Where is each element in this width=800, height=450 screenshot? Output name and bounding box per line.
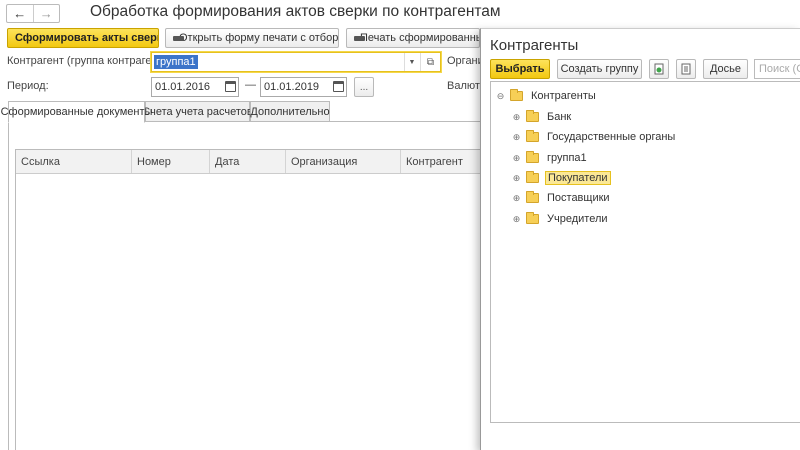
column-header-organization[interactable]: Организация xyxy=(286,150,401,173)
expand-icon[interactable]: ⊕ xyxy=(512,214,521,224)
table-header: Ссылка Номер Дата Организация Контрагент xyxy=(16,150,481,174)
counterparties-tree: ⊖ Контрагенты ⊕ Банк ⊕ Государственные о… xyxy=(490,81,800,423)
column-header-counterparty[interactable]: Контрагент xyxy=(401,150,481,173)
period-from-field[interactable]: 01.01.2016 xyxy=(151,77,239,97)
select-button[interactable]: Выбрать xyxy=(490,59,550,79)
tree-item-buyers[interactable]: ⊕ Покупатели xyxy=(512,169,611,187)
period-from-value: 01.01.2016 xyxy=(155,81,211,93)
column-header-link[interactable]: Ссылка xyxy=(16,150,132,173)
expand-icon[interactable]: ⊕ xyxy=(512,193,521,203)
tab-additional[interactable]: Дополнительно xyxy=(250,101,330,122)
documents-table[interactable]: Ссылка Номер Дата Организация Контрагент xyxy=(15,149,481,450)
tree-item-government[interactable]: ⊕ Государственные органы xyxy=(512,128,677,146)
page-title: Обработка формирования актов сверки по к… xyxy=(90,3,501,20)
tree-root-label: Контрагенты xyxy=(531,90,596,102)
expand-icon[interactable]: ⊕ xyxy=(512,153,521,163)
list-view-button[interactable] xyxy=(676,59,696,79)
tree-item-group1[interactable]: ⊕ группа1 xyxy=(512,149,589,167)
tab-generated-documents[interactable]: Сформированные документы xyxy=(1,101,152,123)
create-group-label: Создать группу xyxy=(560,63,639,75)
document-list-icon xyxy=(681,63,691,75)
folder-icon xyxy=(526,151,539,163)
tree-item-label: Покупатели xyxy=(545,171,611,185)
folder-icon xyxy=(510,89,523,101)
tree-root[interactable]: ⊖ Контрагенты xyxy=(496,87,598,105)
tree-item-label: Банк xyxy=(547,111,572,123)
counterparty-field[interactable]: группа1 ▼ ⧉ xyxy=(151,52,441,72)
period-select-button[interactable]: ... xyxy=(354,77,374,97)
collapse-icon[interactable]: ⊖ xyxy=(496,91,505,101)
tree-item-label: Государственные органы xyxy=(547,131,676,143)
select-label: Выбрать xyxy=(495,63,545,75)
tree-item-label: группа1 xyxy=(547,152,587,164)
dropdown-icon[interactable]: ▼ xyxy=(404,53,419,71)
calendar-icon[interactable] xyxy=(225,81,236,92)
print-generated-button[interactable]: Печать сформированных д xyxy=(346,28,480,48)
expand-icon[interactable]: ⊕ xyxy=(512,112,521,122)
counterparties-dialog: Контрагенты Выбрать Создать группу Досье… xyxy=(480,28,800,450)
counterparty-value: группа1 xyxy=(154,55,198,69)
search-input[interactable]: Поиск (Ctrl xyxy=(754,59,800,79)
dossier-button[interactable]: Досье xyxy=(703,59,748,79)
forward-button[interactable]: → xyxy=(32,5,60,22)
arrow-right-icon: → xyxy=(39,6,53,21)
print-generated-label: Печать сформированных д xyxy=(360,32,479,44)
folder-icon xyxy=(526,110,539,122)
arrow-left-icon: ← xyxy=(13,6,27,21)
folder-icon xyxy=(526,212,539,224)
dialog-title: Контрагенты xyxy=(490,37,579,54)
tree-item-label: Поставщики xyxy=(547,192,610,204)
tab-accounting-accounts[interactable]: Счета учета расчетов xyxy=(142,101,253,122)
tree-item-founders[interactable]: ⊕ Учредители xyxy=(512,210,610,228)
expand-icon[interactable]: ⊕ xyxy=(512,173,521,183)
column-header-number[interactable]: Номер xyxy=(132,150,210,173)
open-print-form-label: Открыть форму печати с отборами xyxy=(179,32,339,44)
tree-item-suppliers[interactable]: ⊕ Поставщики xyxy=(512,189,612,207)
generate-acts-label: Сформировать акты сверки xyxy=(15,32,159,44)
refresh-button[interactable] xyxy=(649,59,669,79)
period-dash: — xyxy=(245,79,256,91)
period-label: Период: xyxy=(7,80,49,92)
generate-acts-button[interactable]: Сформировать акты сверки xyxy=(7,28,159,48)
folder-icon xyxy=(526,171,539,183)
expand-icon[interactable]: ⊕ xyxy=(512,132,521,142)
open-print-form-button[interactable]: Открыть форму печати с отборами xyxy=(165,28,339,48)
period-to-field[interactable]: 01.01.2019 xyxy=(260,77,347,97)
refresh-document-icon xyxy=(654,63,664,75)
folder-icon xyxy=(526,130,539,142)
column-header-date[interactable]: Дата xyxy=(210,150,286,173)
create-group-button[interactable]: Создать группу xyxy=(557,59,642,79)
period-to-value: 01.01.2019 xyxy=(264,81,320,93)
back-button[interactable]: ← xyxy=(7,5,33,22)
folder-icon xyxy=(526,191,539,203)
navigation-buttons: ← → xyxy=(6,4,60,23)
tree-item-label: Учредители xyxy=(547,213,608,225)
dossier-label: Досье xyxy=(709,63,742,75)
open-icon[interactable]: ⧉ xyxy=(420,53,440,71)
calendar-icon[interactable] xyxy=(333,81,344,92)
tree-item-bank[interactable]: ⊕ Банк xyxy=(512,108,573,126)
